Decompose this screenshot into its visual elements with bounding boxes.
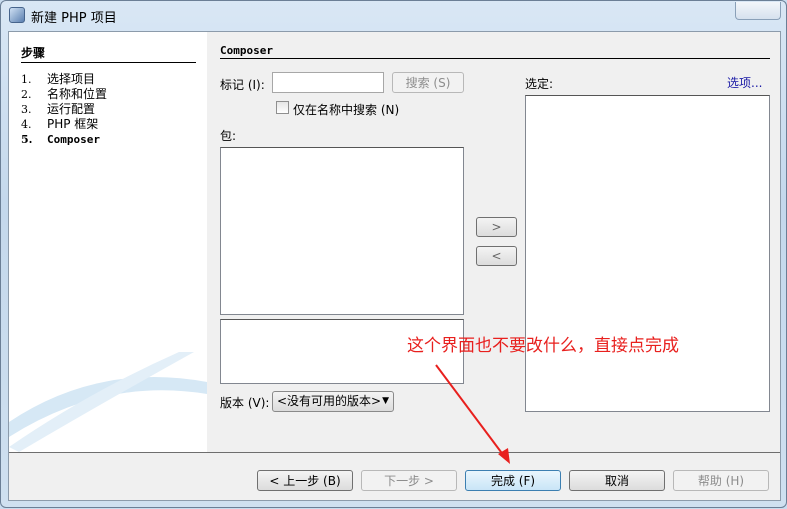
annotation-arrow xyxy=(435,364,510,464)
dialog-window: 新建 PHP 项目 步骤 1. 选择项目 2. 名称和位置 3. 运行配置 4. PHP… xyxy=(0,0,787,508)
